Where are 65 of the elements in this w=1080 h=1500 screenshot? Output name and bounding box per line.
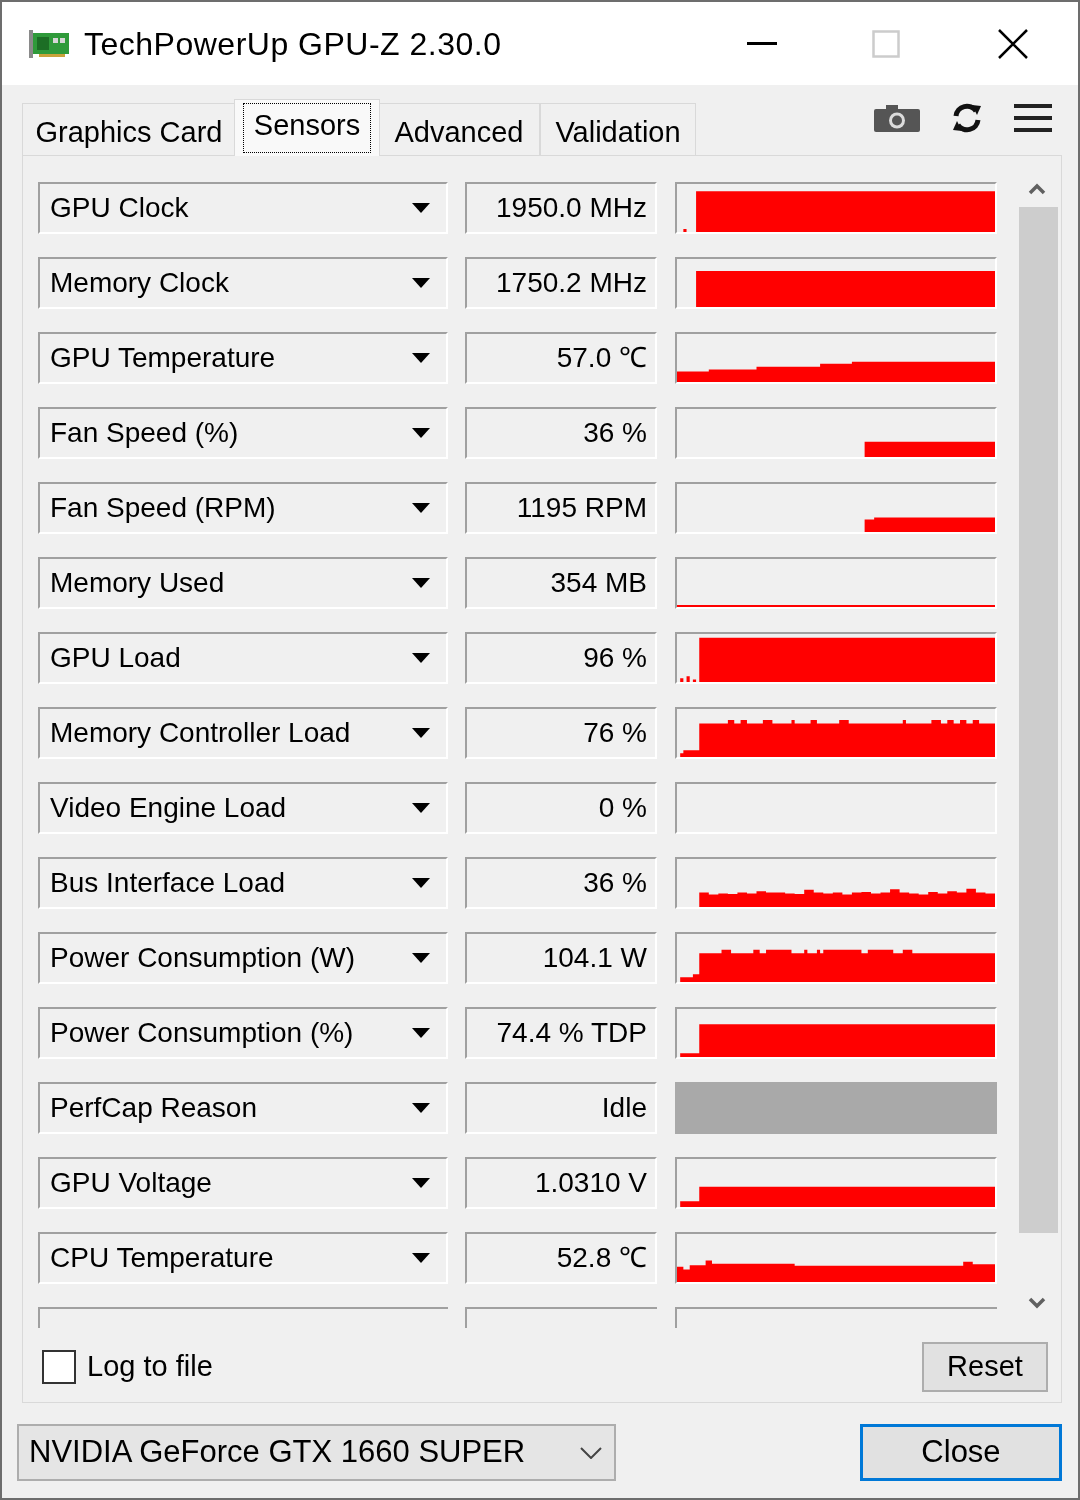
caret-icon [412,953,430,963]
caret-icon [412,203,430,213]
sensor-select[interactable]: PerfCap Reason [38,1082,448,1134]
sensor-value: 76 % [465,707,657,759]
caret-icon [412,503,430,513]
sensor-value: 354 MB [465,557,657,609]
sensor-value: 1750.2 MHz [465,257,657,309]
caret-icon [412,803,430,813]
close-icon [998,28,1028,59]
camera-icon[interactable] [874,104,920,132]
caret-icon [412,878,430,888]
sensor-value: 1195 RPM [465,482,657,534]
sensor-select[interactable]: GPU Clock [38,182,448,234]
sensor-select[interactable]: Memory Used [38,557,448,609]
sensor-select[interactable]: Fan Speed (RPM) [38,482,448,534]
sensor-select[interactable]: GPU Voltage [38,1157,448,1209]
caret-icon [412,1103,430,1113]
caret-icon [412,728,430,738]
sensor-value: 74.4 % TDP [465,1007,657,1059]
graphics-card-icon [29,29,69,58]
checkbox[interactable] [42,1350,76,1384]
caret-icon [412,353,430,363]
minimize-icon [747,42,777,45]
caret-icon [412,428,430,438]
close-button[interactable]: Close [860,1424,1062,1481]
sensor-select[interactable]: GPU Load [38,632,448,684]
caret-icon [412,653,430,663]
sensor-value: 57.0 ℃ [465,332,657,384]
caret-icon [412,1028,430,1038]
sensor-value: 104.1 W [465,932,657,984]
sensor-select[interactable]: Memory Controller Load [38,707,448,759]
refresh-icon[interactable] [950,103,984,133]
sensor-select[interactable]: Power Consumption (%) [38,1007,448,1059]
sensor-select[interactable]: Bus Interface Load [38,857,448,909]
sensor-select[interactable]: Power Consumption (W) [38,932,448,984]
caret-icon [412,1253,430,1263]
chevron-up-icon[interactable] [1027,182,1046,195]
sensor-select[interactable]: Memory Clock [38,257,448,309]
sensor-select[interactable]: CPU Temperature [38,1232,448,1284]
sensor-value: 52.8 ℃ [465,1232,657,1284]
tab[interactable]: Sensors [234,99,380,156]
caret-icon [412,278,430,288]
sensor-select[interactable]: GPU Temperature [38,332,448,384]
reset-button[interactable]: Reset [922,1342,1048,1392]
menu-icon[interactable] [1014,104,1052,132]
tab[interactable]: Validation [540,103,696,155]
sensor-value: 0 % [465,782,657,834]
checkbox-label: Log to file [87,1349,213,1385]
chevron-down-icon[interactable] [1027,1297,1046,1309]
sensor-select[interactable]: Fan Speed (%) [38,407,448,459]
sensor-value: 96 % [465,632,657,684]
chevron-down-icon [580,1446,602,1459]
scrollbar-thumb[interactable] [1018,207,1058,1233]
sensor-value: Idle [465,1082,657,1134]
caret-icon [412,578,430,588]
caret-icon [412,1178,430,1188]
sensor-select[interactable]: Video Engine Load [38,782,448,834]
sensor-value: 36 % [465,407,657,459]
sensor-value: 1.0310 V [465,1157,657,1209]
gpu-select[interactable]: NVIDIA GeForce GTX 1660 SUPER [17,1424,616,1481]
tab[interactable]: Advanced [378,103,540,155]
sensor-value: 1950.0 MHz [465,182,657,234]
sensor-value: 36 % [465,857,657,909]
tab[interactable]: Graphics Card [22,103,236,155]
window-title: TechPowerUp GPU-Z 2.30.0 [84,24,502,64]
